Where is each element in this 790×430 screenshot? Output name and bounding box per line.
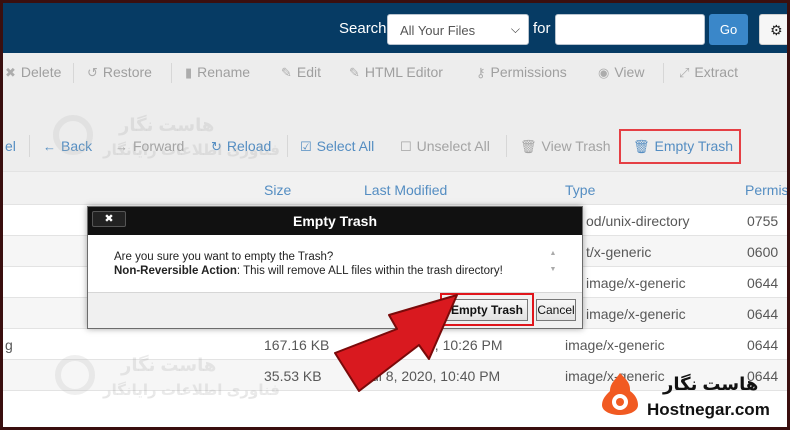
close-button[interactable]: ✖ [92,211,126,227]
search-scope-value: All Your Files [400,23,476,38]
brand-name-en: Hostnegar.com [647,400,770,419]
go-button[interactable]: Go [709,14,748,45]
top-bar: Search All Your Files ⌵ for Go ⚙ [3,3,787,53]
for-label: for [533,20,551,37]
dialog-title: Empty Trash [88,207,582,235]
dialog-warning: Non-Reversible Action: This will remove … [114,265,503,277]
search-scope-select[interactable]: All Your Files ⌵ [387,14,529,45]
dialog-scrollbar[interactable]: ▲ ▼ [548,249,558,277]
gear-icon: ⚙ [770,22,783,38]
settings-button[interactable]: ⚙ [759,14,787,45]
warning-text: : This will remove ALL files within the … [236,265,503,277]
red-arrow-icon [334,294,458,392]
warning-label: Non-Reversible Action [114,265,237,277]
scroll-down-icon: ▼ [549,266,557,273]
search-label: Search [339,20,387,37]
chevron-down-icon: ⌵ [510,22,520,36]
cancel-button[interactable]: Cancel [536,299,576,321]
scroll-up-icon: ▲ [549,250,557,257]
dialog-question: Are you sure you want to empty the Trash… [114,251,334,263]
search-input[interactable] [555,14,705,45]
brand-logo-icon [602,373,638,415]
file-manager-window: Search All Your Files ⌵ for Go ⚙ ✖ Delete… [3,3,787,427]
brand-name-fa: هاست نگار [663,374,759,394]
